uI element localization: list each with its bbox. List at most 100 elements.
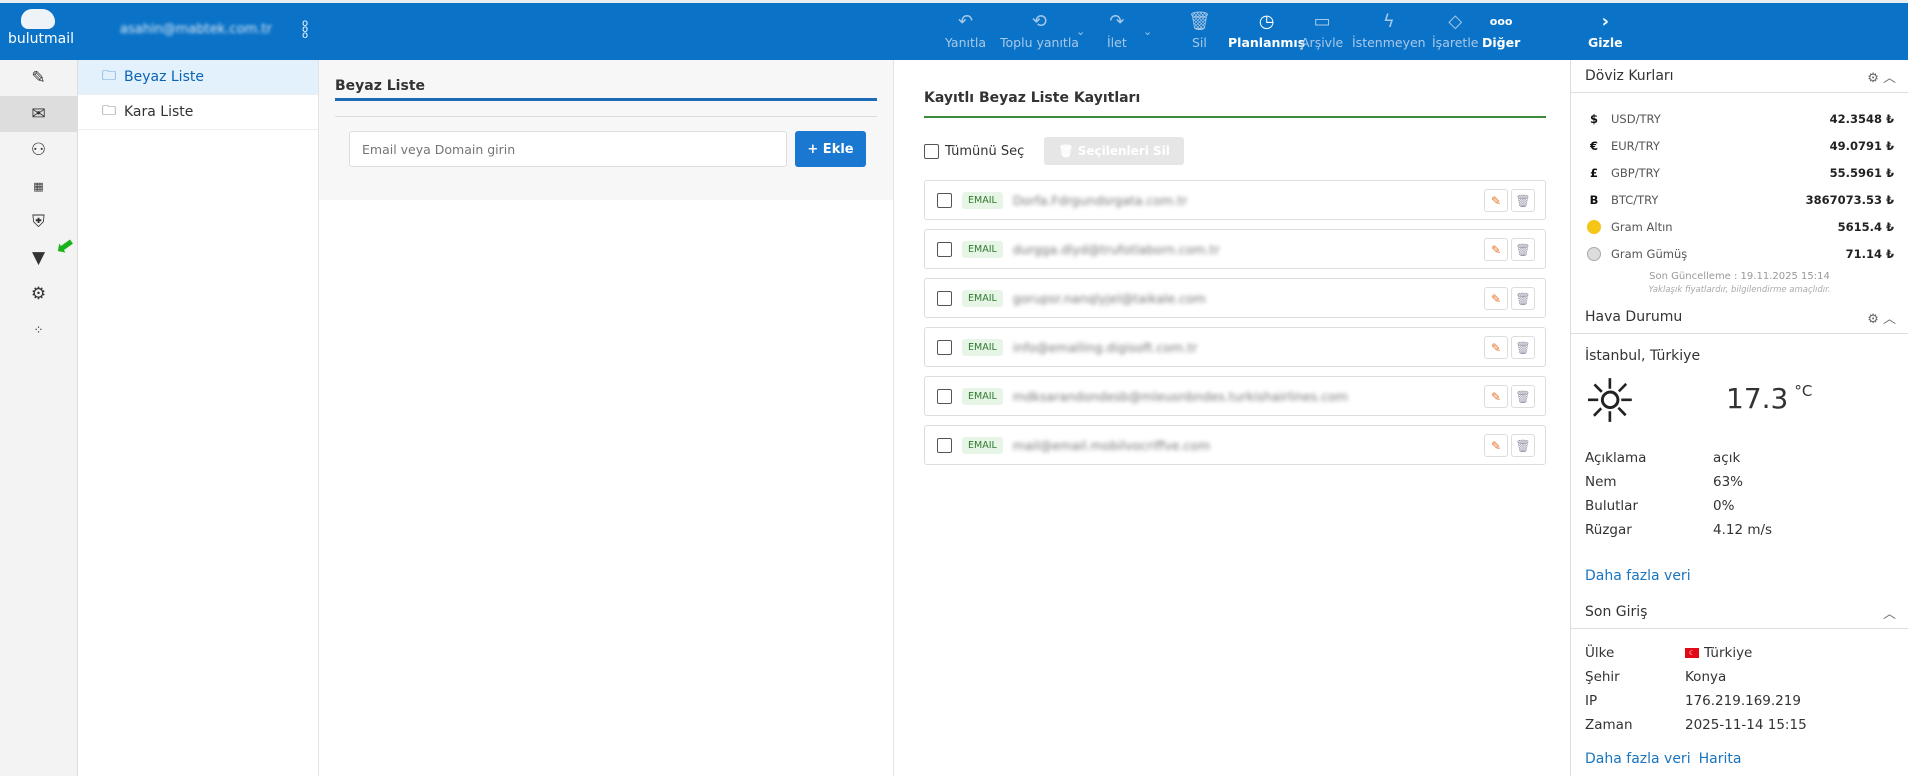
row-checkbox[interactable] — [937, 339, 952, 355]
chevron-up-icon[interactable]: ︿ — [1883, 312, 1896, 327]
map-link[interactable]: Harita — [1691, 751, 1742, 767]
folder-kara-liste[interactable]: 🗀 Kara Liste — [78, 95, 318, 130]
edit-pencil-icon[interactable]: ✎ — [1484, 189, 1508, 212]
account-menu-icon[interactable]: ooo — [302, 19, 308, 41]
edit-pencil-icon[interactable]: ✎ — [1484, 434, 1508, 457]
brand-text: bulutmail — [8, 31, 75, 47]
last-login-header: Son Giriş ︿ — [1571, 596, 1908, 629]
login-more-link[interactable]: Daha fazla veri — [1571, 751, 1691, 767]
reply-all-button[interactable]: ⟲ Toplu yanıtla — [1000, 9, 1079, 50]
row-checkbox[interactable] — [937, 192, 952, 208]
login-value: Konya — [1685, 669, 1727, 685]
weather-more-link[interactable]: Daha fazla veri — [1571, 568, 1908, 596]
row-checkbox[interactable] — [937, 241, 952, 257]
login-row: Şehir Konya — [1571, 665, 1908, 689]
login-row: Ülke ☾ Türkiye — [1571, 641, 1908, 665]
chevron-up-icon[interactable]: ︿ — [1883, 71, 1896, 86]
more-button[interactable]: ooo Diğer — [1482, 9, 1520, 50]
hide-button[interactable]: › Gizle — [1588, 9, 1623, 50]
list-item[interactable]: EMAIL durgga.dlyd@trufotlaborn.com.tr ✎ 🗑 — [924, 229, 1546, 269]
cloud-icon — [21, 9, 55, 29]
list-item[interactable]: EMAIL mail@email.mobilvocriffve.com ✎ 🗑 — [924, 425, 1546, 465]
type-badge: EMAIL — [962, 289, 1003, 307]
select-all-checkbox[interactable] — [924, 143, 939, 159]
entry-value: gorupsr.nanqlyjel@taikale.com — [1012, 290, 1206, 306]
row-checkbox[interactable] — [937, 290, 952, 306]
gear-icon[interactable]: ⚙ — [1867, 312, 1879, 327]
calendar-icon[interactable]: ▦ — [0, 168, 77, 204]
currency-symbol-icon: B — [1589, 192, 1599, 207]
bulutmail-logo[interactable]: bulutmail — [8, 9, 74, 47]
type-badge: EMAIL — [962, 338, 1003, 356]
delete-trash-icon[interactable]: 🗑 — [1511, 189, 1535, 212]
spam-button[interactable]: ϟ İstenmeyen — [1352, 9, 1426, 50]
delete-button[interactable]: 🗑 Sil — [1188, 9, 1211, 50]
account-email[interactable]: asahin@mabtek.com.tr — [120, 22, 272, 37]
currency-name: GBP/TRY — [1611, 165, 1660, 180]
folder-icon: 🗀 — [102, 103, 116, 119]
temperature-unit: °C — [1794, 382, 1813, 400]
hide-label: Gizle — [1588, 35, 1623, 50]
delete-selected-button[interactable]: 🗑 Seçilenleri Sil — [1044, 137, 1184, 165]
reply-all-dropdown-icon[interactable]: ⌄ — [1076, 25, 1085, 38]
edit-pencil-icon[interactable]: ✎ — [1484, 238, 1508, 261]
list-item[interactable]: EMAIL gorupsr.nanqlyjel@taikale.com ✎ 🗑 — [924, 278, 1546, 318]
currency-value: 5615.4 ₺ — [1837, 219, 1894, 234]
gear-icon[interactable]: ⚙ — [1867, 71, 1879, 86]
delete-trash-icon[interactable]: 🗑 — [1511, 238, 1535, 261]
row-checkbox[interactable] — [937, 388, 952, 404]
edit-pencil-icon[interactable]: ✎ — [1484, 336, 1508, 359]
currency-value: 3867073.53 ₺ — [1805, 192, 1894, 207]
currency-name: Gram Gümüş — [1611, 246, 1688, 261]
contacts-icon[interactable]: ⚇ — [0, 132, 77, 168]
lightning-icon: ϟ — [1382, 11, 1395, 32]
temperature: 17.3 — [1726, 382, 1789, 415]
list-item[interactable]: EMAIL info@emalling.digisoft.com.tr ✎ 🗑 — [924, 327, 1546, 367]
delete-trash-icon[interactable]: 🗑 — [1511, 385, 1535, 408]
weather-value: 63% — [1713, 474, 1744, 490]
apps-grid-icon[interactable]: ⁘ — [0, 312, 77, 348]
login-key: Şehir — [1585, 669, 1620, 685]
mail-icon[interactable]: ✉ — [0, 96, 77, 132]
add-button[interactable]: + Ekle — [795, 131, 866, 167]
login-row: Zaman 2025-11-14 15:15 — [1571, 713, 1908, 737]
edit-pencil-icon[interactable]: ✎ — [1484, 385, 1508, 408]
currency-row: B BTC/TRY 3867073.53 ₺ — [1571, 186, 1908, 213]
chevron-up-icon[interactable]: ︿ — [1883, 603, 1896, 622]
list-item[interactable]: EMAIL mdksarandondesb@mleusnbndes.turkis… — [924, 376, 1546, 416]
app-rail: ✎ ✉ ⚇ ▦ ⛨ ▼ ⚙ ⁘ — [0, 60, 78, 776]
folder-beyaz-liste[interactable]: 🗀 Beyaz Liste — [78, 60, 318, 95]
currency-name: EUR/TRY — [1611, 138, 1660, 153]
settings-icon[interactable]: ⚙ — [0, 276, 77, 312]
weather-value: 4.12 m/s — [1713, 522, 1773, 538]
currency-row: € EUR/TRY 49.0791 ₺ — [1571, 132, 1908, 159]
delete-trash-icon[interactable]: 🗑 — [1511, 434, 1535, 457]
currency-row: Gram Gümüş 71.14 ₺ — [1571, 240, 1908, 267]
weather-row: Nem 63% — [1571, 470, 1908, 494]
scheduled-button[interactable]: ◷ Planlanmış — [1228, 9, 1305, 50]
archive-button[interactable]: ▭ Arşivle — [1301, 9, 1343, 50]
delete-trash-icon[interactable]: 🗑 — [1511, 336, 1535, 359]
top-header: bulutmail asahin@mabtek.com.tr ooo ↶ Yanı… — [0, 0, 1908, 60]
folder-label: Beyaz Liste — [124, 69, 204, 85]
forward-button[interactable]: ↷ İlet — [1107, 9, 1127, 50]
compose-icon[interactable]: ✎ — [0, 60, 77, 96]
entry-value: info@emalling.digisoft.com.tr — [1012, 339, 1198, 355]
select-all-label[interactable]: Tümünü Seç — [945, 144, 1024, 159]
weather-title: Hava Durumu — [1585, 309, 1683, 325]
delete-trash-icon[interactable]: 🗑 — [1511, 287, 1535, 310]
edit-pencil-icon[interactable]: ✎ — [1484, 287, 1508, 310]
email-domain-input[interactable] — [349, 131, 787, 167]
more-label: Diğer — [1482, 35, 1521, 50]
folder-label: Kara Liste — [124, 104, 194, 120]
reply-button[interactable]: ↶ Yanıtla — [945, 9, 986, 50]
last-login-title: Son Giriş — [1585, 604, 1648, 620]
mark-button[interactable]: ◇ İşaretle — [1432, 9, 1478, 50]
list-item[interactable]: EMAIL Dorfa.Fdrgundsrgata.com.tr ✎ 🗑 — [924, 180, 1546, 220]
currency-header: Döviz Kurları ⚙ ︿ — [1571, 60, 1908, 93]
forward-dropdown-icon[interactable]: ⌄ — [1143, 25, 1152, 38]
entry-value: durgga.dlyd@trufotlaborn.com.tr — [1012, 241, 1220, 257]
currency-row: Gram Altın 5615.4 ₺ — [1571, 213, 1908, 240]
panel-title: Beyaz Liste — [335, 60, 877, 101]
row-checkbox[interactable] — [937, 437, 952, 453]
